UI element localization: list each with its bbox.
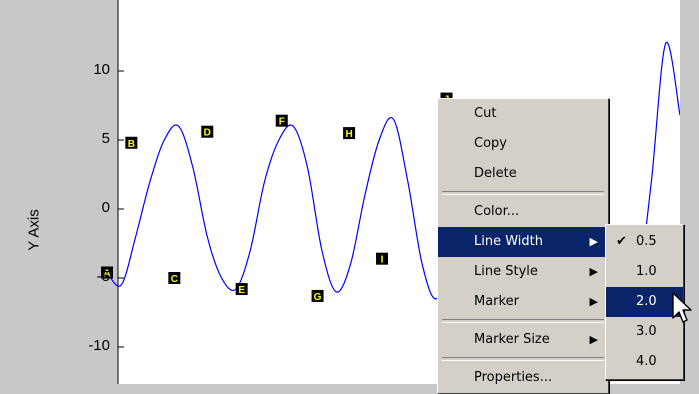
submenu-arrow-icon: ▶ <box>589 295 598 308</box>
submenu-arrow-icon: ▶ <box>589 333 598 346</box>
menu-item-label: Properties... <box>474 370 553 385</box>
checkmark-icon: ✔ <box>616 234 627 249</box>
y-tick-label: 0 <box>101 199 110 216</box>
submenu-item-label: 3.0 <box>636 324 657 339</box>
y-tick-label: -10 <box>88 337 110 354</box>
menu-item-label: Line Style <box>474 264 538 279</box>
menu-separator <box>442 357 604 361</box>
data-marker[interactable]: C <box>168 272 181 285</box>
menu-item-delete[interactable]: Delete <box>438 159 608 189</box>
menu-item-cut[interactable]: Cut <box>438 99 608 129</box>
menu-item-label: Color... <box>474 204 520 219</box>
menu-item-marker[interactable]: Marker ▶ <box>438 287 608 317</box>
marker-letter: F <box>279 117 285 128</box>
menu-item-color[interactable]: Color... <box>438 197 608 227</box>
menu-item-copy[interactable]: Copy <box>438 129 608 159</box>
context-menu: Cut Copy Delete Color... Line Width ▶ Lin… <box>437 98 609 394</box>
submenu-item-label: 4.0 <box>636 354 657 369</box>
submenu-item-4-0[interactable]: 4.0 <box>606 347 683 377</box>
menu-item-marker-size[interactable]: Marker Size ▶ <box>438 325 608 355</box>
menu-item-label: Copy <box>474 136 507 151</box>
menu-item-label: Marker Size <box>474 332 550 347</box>
submenu-arrow-icon: ▶ <box>589 265 598 278</box>
menu-item-label: Marker <box>474 294 519 309</box>
marker-letter: I <box>381 255 384 266</box>
data-marker[interactable]: F <box>275 114 288 128</box>
y-tick-label: -5 <box>96 268 110 285</box>
menu-item-line-width[interactable]: Line Width ▶ <box>438 227 608 257</box>
data-marker[interactable]: D <box>201 125 214 139</box>
menu-separator <box>442 319 604 323</box>
submenu-item-0-5[interactable]: ✔ 0.5 <box>606 227 683 257</box>
marker-letter: E <box>238 285 245 296</box>
submenu-item-label: 2.0 <box>636 294 657 309</box>
marker-letter: D <box>204 128 211 139</box>
marker-letter: C <box>171 274 178 285</box>
marker-letter: G <box>314 292 322 303</box>
mouse-pointer-icon <box>672 292 692 323</box>
marker-letter: B <box>128 139 135 150</box>
y-axis-label: Y Axis <box>25 209 43 251</box>
y-tick-label: 10 <box>93 61 110 78</box>
submenu-arrow-icon: ▶ <box>589 235 598 248</box>
menu-separator <box>442 191 604 195</box>
data-marker[interactable]: G <box>311 289 324 303</box>
y-tick-label: 5 <box>101 130 110 147</box>
menu-item-line-style[interactable]: Line Style ▶ <box>438 257 608 287</box>
menu-item-label: Delete <box>474 166 517 181</box>
data-marker[interactable]: H <box>343 127 356 140</box>
data-marker[interactable]: B <box>125 136 138 150</box>
submenu-item-1-0[interactable]: 1.0 <box>606 257 683 287</box>
submenu-item-label: 0.5 <box>636 234 657 249</box>
menu-item-label: Cut <box>474 106 497 121</box>
data-marker[interactable]: I <box>376 252 389 266</box>
menu-item-label: Line Width <box>474 234 543 249</box>
data-marker[interactable]: E <box>235 283 248 296</box>
submenu-item-label: 1.0 <box>636 264 657 279</box>
marker-letter: H <box>345 129 352 140</box>
menu-item-properties[interactable]: Properties... <box>438 363 608 393</box>
